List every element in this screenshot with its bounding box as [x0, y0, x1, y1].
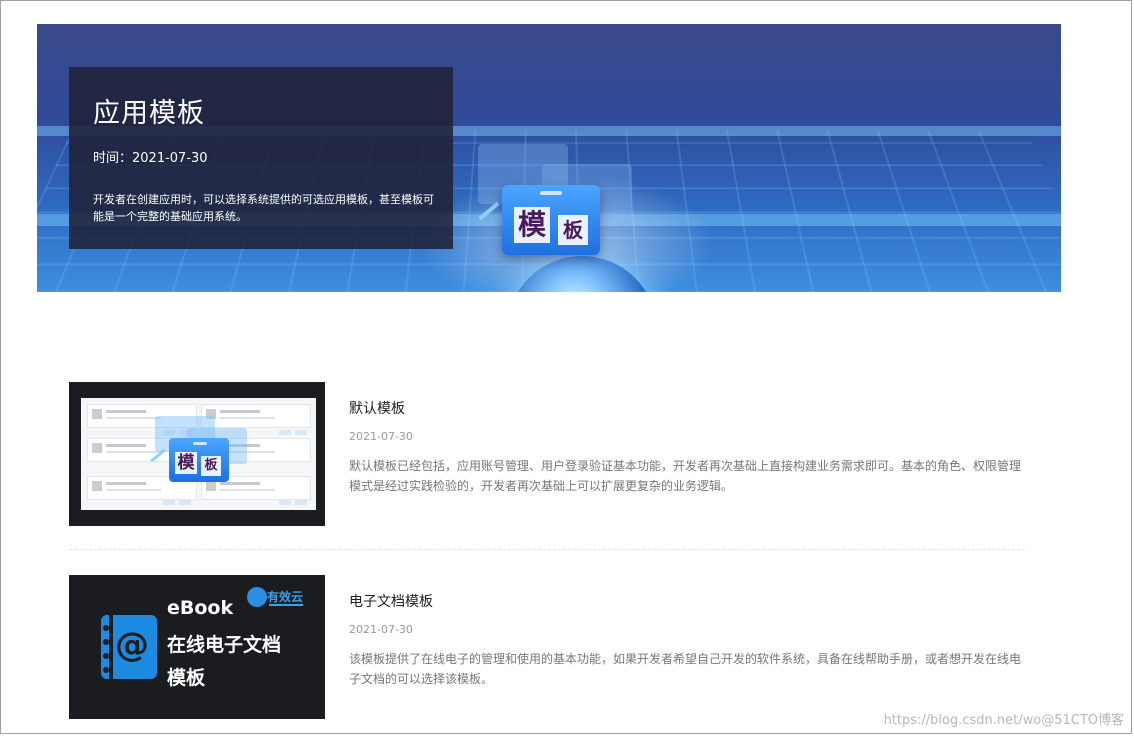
template-icon: 模 板	[169, 438, 229, 482]
template-icon-char: 板	[558, 215, 588, 245]
thumb-text: 在线电子文档	[167, 634, 282, 656]
watermark: https://blog.csdn.net/wo@51CTO博客	[883, 713, 1124, 728]
banner-description: 开发者在创建应用时，可以选择系统提供的可选应用模板，甚至模板可能是一个完整的基础…	[93, 193, 434, 223]
template-icon-char: 板	[201, 456, 221, 476]
at-symbol: @	[115, 625, 149, 665]
ebook-icon: @	[101, 615, 157, 679]
template-description: 该模板提供了在线电子的管理和使用的基本功能，如果开发者希望自己开发的软件系统，具…	[349, 652, 1022, 686]
page-title: 应用模板	[93, 98, 205, 129]
template-description: 默认模板已经包括，应用账号管理、用户登录验证基本功能，开发者再次基础上直接构建业…	[349, 459, 1022, 493]
brand-logo: 有效云	[247, 587, 305, 609]
template-list-item[interactable]: @ eBook 在线电子文档 模板 有效云 电子文档模板 2021-07-30 …	[69, 575, 1029, 720]
template-icon-char: 模	[175, 452, 197, 474]
thumb-text: 模板	[167, 667, 206, 689]
template-title[interactable]: 电子文档模板	[349, 591, 433, 611]
template-icon: 模 板	[502, 185, 600, 255]
banner-info-panel: 应用模板 时间：2021-07-30 开发者在创建应用时，可以选择系统提供的可选…	[69, 67, 453, 249]
template-date: 2021-07-30	[349, 623, 413, 636]
banner-date: 时间：2021-07-30	[93, 151, 208, 166]
template-thumbnail[interactable]: 模 板	[69, 382, 325, 526]
template-date: 2021-07-30	[349, 430, 413, 443]
hero-banner: 模 板 应用模板 时间：2021-07-30 开发者在创建应用时，可以选择系统提…	[37, 24, 1061, 292]
template-thumbnail[interactable]: @ eBook 在线电子文档 模板 有效云	[69, 575, 325, 719]
template-list-item[interactable]: 模 板 默认模板 2021-07-30 默认模板已经包括，应用账号管理、用户登录…	[69, 382, 1029, 527]
thumb-text: eBook	[167, 597, 234, 619]
template-title[interactable]: 默认模板	[349, 398, 405, 418]
template-icon-char: 模	[514, 207, 550, 243]
list-divider	[69, 549, 1025, 550]
